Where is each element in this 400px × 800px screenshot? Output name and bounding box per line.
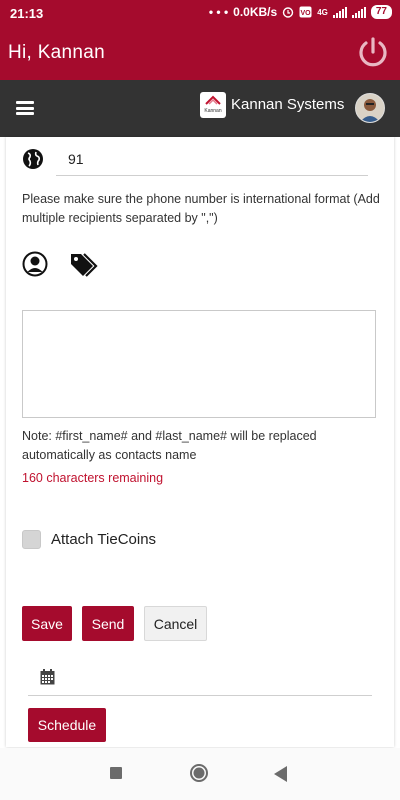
characters-remaining: 160 characters remaining: [22, 471, 164, 485]
contact-icon[interactable]: [22, 251, 48, 277]
tags-icon[interactable]: [69, 251, 101, 277]
phone-format-hint: Please make sure the phone number is int…: [22, 192, 380, 225]
svg-text:VO: VO: [301, 10, 312, 17]
save-button[interactable]: Save: [22, 606, 72, 641]
menu-icon[interactable]: [16, 101, 34, 115]
calendar-icon[interactable]: [40, 669, 55, 685]
status-time: 21:13: [10, 6, 44, 21]
network-speed: 0.0KB/s: [233, 5, 278, 19]
company-logo: Kannan: [200, 92, 226, 118]
status-icons: • • • 0.0KB/s VO 4G 77: [209, 5, 392, 19]
top-navbar: Kannan Kannan Systems: [0, 80, 400, 137]
logo-text: Kannan: [204, 108, 222, 114]
home-icon[interactable]: [190, 764, 208, 782]
power-icon[interactable]: [356, 35, 390, 69]
cancel-button[interactable]: Cancel: [144, 606, 207, 641]
schedule-date-input[interactable]: [28, 695, 372, 696]
back-icon[interactable]: [274, 766, 288, 782]
avatar[interactable]: [355, 93, 385, 123]
battery-icon: 77: [370, 5, 392, 19]
alarm-icon: [283, 7, 294, 18]
attach-tiecoins-label[interactable]: Attach TieCoins: [51, 531, 156, 548]
message-textarea[interactable]: [22, 310, 376, 418]
globe-icon: [23, 149, 43, 169]
network-type: 4G: [317, 7, 328, 17]
logo-mark-icon: [205, 95, 221, 105]
phone-number-input[interactable]: 91: [56, 143, 368, 176]
country-code-value: 91: [68, 151, 84, 167]
user-photo-icon: [356, 94, 384, 122]
placeholder-note: Note: #first_name# and #last_name# will …: [22, 429, 317, 462]
signal-icon-2: [351, 6, 366, 18]
app-header: Hi, Kannan: [0, 28, 400, 80]
volte-icon: VO: [299, 6, 312, 18]
recent-apps-icon[interactable]: [110, 767, 122, 779]
greeting-title: Hi, Kannan: [8, 42, 106, 63]
signal-icon: [332, 6, 347, 18]
send-button[interactable]: Send: [82, 606, 134, 641]
status-dots: • • •: [208, 5, 229, 19]
company-name[interactable]: Kannan Systems: [231, 96, 344, 113]
schedule-button[interactable]: Schedule: [28, 708, 106, 742]
status-bar: 21:13 • • • 0.0KB/s VO 4G 77: [0, 0, 400, 28]
attach-tiecoins-checkbox[interactable]: [22, 530, 41, 549]
